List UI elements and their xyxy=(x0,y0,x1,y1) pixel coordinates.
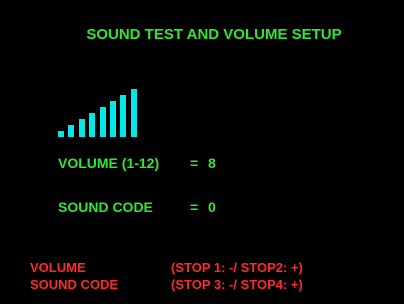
control-keys-volume: (STOP 1: -/ STOP2: +) xyxy=(171,260,303,275)
sound-test-screen: SOUND TEST AND VOLUME SETUP VOLUME (1-12… xyxy=(0,0,404,304)
sound-code-equals: = xyxy=(190,199,199,215)
sound-code-value: 0 xyxy=(208,199,216,215)
volume-bar xyxy=(58,131,64,137)
volume-bar xyxy=(79,119,85,137)
control-name-sound-code: SOUND CODE xyxy=(30,277,119,292)
volume-bar xyxy=(68,125,74,137)
volume-bar xyxy=(110,101,116,137)
sound-code-label: SOUND CODE xyxy=(58,199,153,215)
volume-value: 8 xyxy=(208,155,216,171)
volume-readout: VOLUME (1-12) = 8 xyxy=(58,155,216,171)
control-keys-sound-code: (STOP 3: -/ STOP4: +) xyxy=(171,277,303,292)
sound-code-readout: SOUND CODE = 0 xyxy=(58,199,216,215)
control-name-volume: VOLUME xyxy=(30,260,86,275)
volume-bar xyxy=(89,113,95,137)
volume-bar xyxy=(131,89,137,137)
volume-bar xyxy=(100,107,106,137)
volume-label: VOLUME (1-12) xyxy=(58,155,160,171)
volume-bar xyxy=(120,95,126,137)
volume-meter xyxy=(0,0,404,304)
volume-equals: = xyxy=(190,155,199,171)
